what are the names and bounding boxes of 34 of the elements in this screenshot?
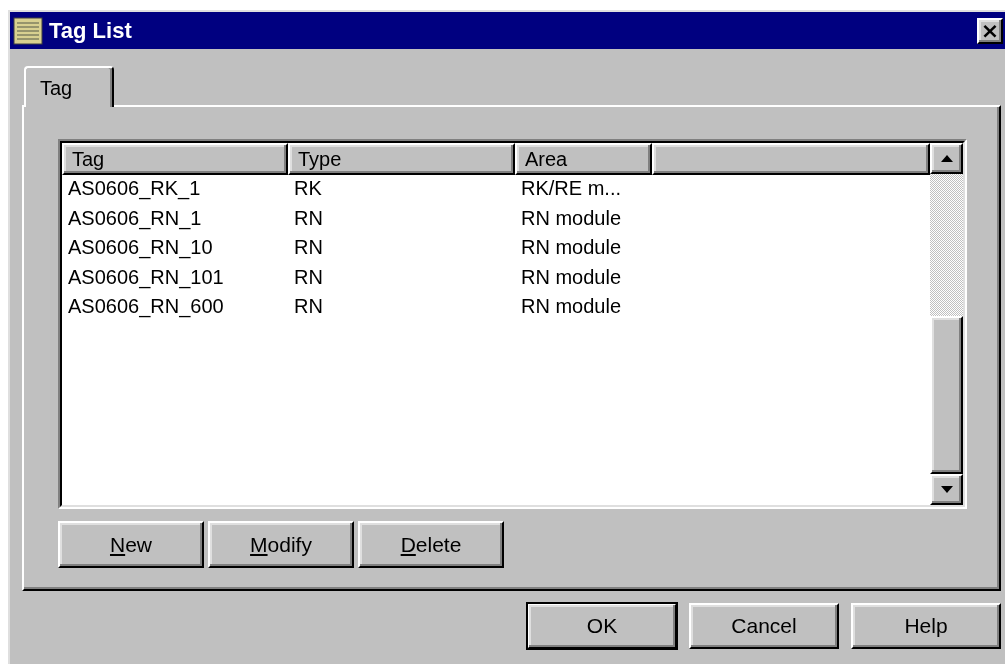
dialog-button[interactable]: Help [851,603,1001,649]
table-cell-text: RN module [520,264,623,290]
table-cell-text: RK [293,176,323,201]
table-cell-text: AS0606_RN_101 [67,264,225,291]
table-cell-text: RN module [520,205,623,231]
list-icon [13,15,43,46]
close-button[interactable]: × [977,17,1003,44]
scroll-up-button[interactable] [930,143,963,174]
dialog-button[interactable]: OK [527,603,677,649]
window-title: Tag List [49,17,132,44]
table-cell-text: RN [293,205,324,231]
list-button[interactable]: Delete [358,521,504,568]
scroll-thumb[interactable] [930,316,963,474]
up-arrow-icon [940,155,953,162]
table-cell-text: AS0606_RK_1 [67,176,202,202]
tab[interactable]: Tag [24,66,114,107]
table-cell-text: AS0606_RN_1 [67,205,203,232]
table-cell-text: RN [293,294,324,319]
column-header[interactable]: Tag [62,143,288,175]
table-cell-text: RN [293,235,324,260]
list-button[interactable]: New [58,521,204,568]
table-cell-text: AS0606_RN_600 [67,294,225,320]
column-header[interactable]: Area [515,143,652,175]
table-cell-text: AS0606_RN_10 [67,235,214,261]
table-cell-text: RK/RE m... [520,176,622,201]
down-arrow-icon [940,486,953,493]
scroll-down-button[interactable] [930,474,963,505]
table-cell-text: RN module [520,294,623,319]
table-cell-text: RN [293,264,324,290]
dialog-button[interactable]: Cancel [689,603,839,649]
scroll-bar[interactable] [930,143,963,505]
table-cell-text: RN module [520,235,623,260]
list-button[interactable]: Modify [208,521,354,568]
column-header[interactable]: Type [288,143,515,175]
